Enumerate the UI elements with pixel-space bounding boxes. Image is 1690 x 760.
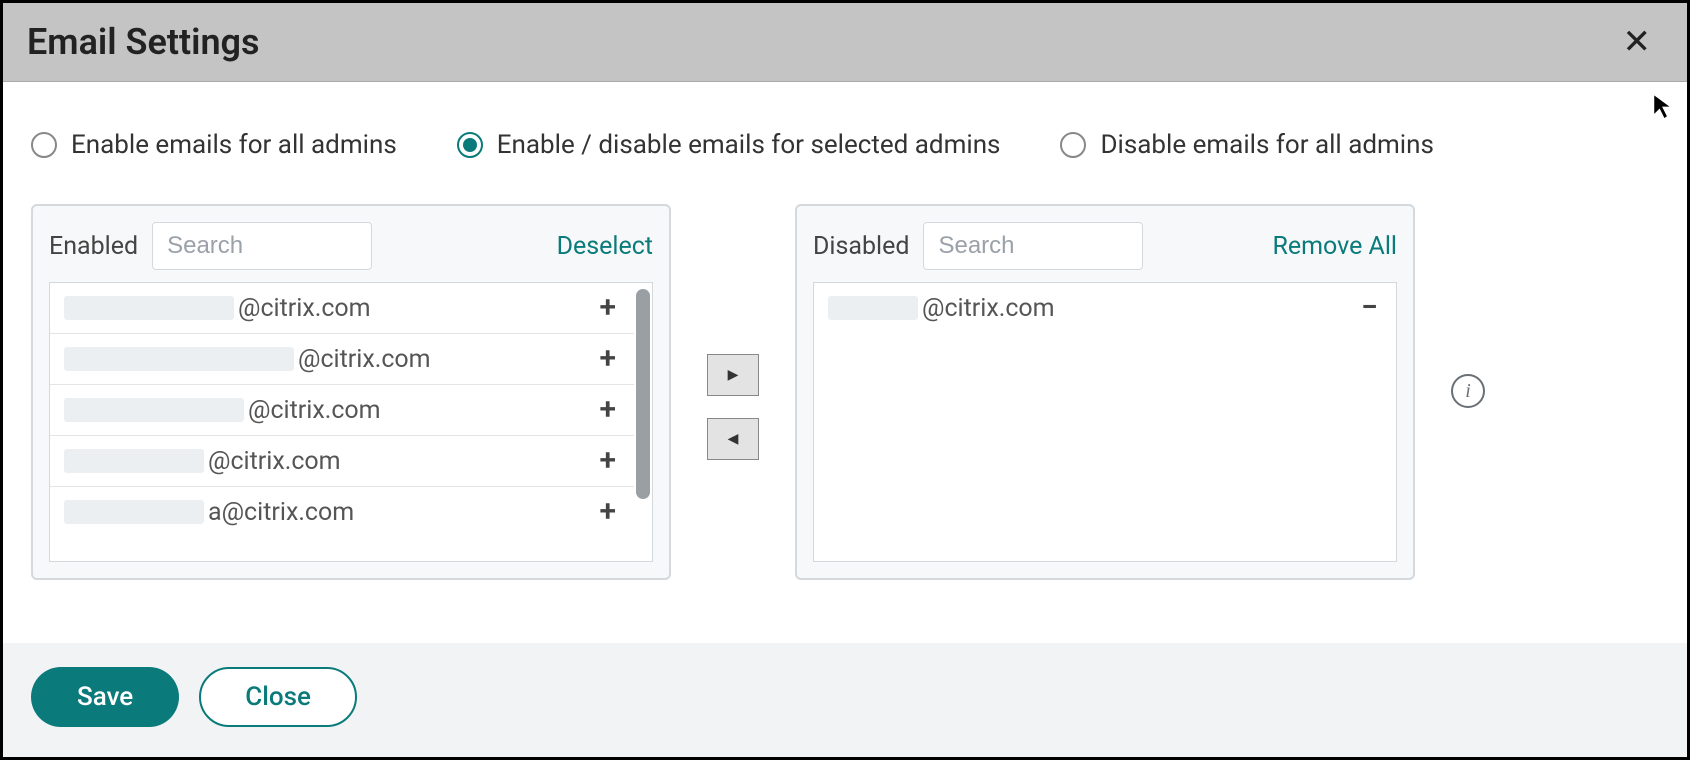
redacted-text (64, 296, 234, 320)
remove-icon[interactable]: − (1357, 293, 1382, 323)
cursor-icon (1649, 92, 1677, 120)
dialog-footer: Save Close (3, 643, 1687, 757)
list-item[interactable]: a@citrix.com + (50, 487, 634, 537)
list-item[interactable]: @citrix.com − (814, 283, 1396, 333)
radio-label: Enable emails for all admins (71, 130, 397, 160)
radio-dot-icon (463, 138, 477, 152)
enabled-list-wrap: @citrix.com + @citrix.com + @cit (49, 282, 653, 562)
move-right-button[interactable]: ▶ (707, 354, 759, 396)
info-icon[interactable]: i (1451, 374, 1485, 408)
radio-enable-selected[interactable]: Enable / disable emails for selected adm… (457, 130, 1001, 160)
email-suffix: a@citrix.com (208, 498, 354, 527)
list-item[interactable]: @citrix.com + (50, 334, 634, 385)
radio-disable-all[interactable]: Disable emails for all admins (1060, 130, 1433, 160)
add-icon[interactable]: + (596, 344, 621, 374)
arrow-left-icon: ◀ (728, 431, 739, 447)
panel-title: Enabled (49, 232, 138, 261)
deselect-link[interactable]: Deselect (557, 232, 653, 261)
panel-head: Disabled Remove All (813, 222, 1397, 282)
radio-circle-icon (1060, 132, 1086, 158)
enabled-panel: Enabled Deselect @citrix.com + (31, 204, 671, 580)
dialog-title: Email Settings (27, 21, 260, 63)
save-button[interactable]: Save (31, 667, 179, 727)
redacted-text (64, 398, 244, 422)
radio-circle-icon (457, 132, 483, 158)
email-suffix: @citrix.com (238, 294, 371, 323)
redacted-text (64, 347, 294, 371)
disabled-panel: Disabled Remove All @citrix.com − (795, 204, 1415, 580)
titlebar: Email Settings ✕ (3, 3, 1687, 82)
enabled-search-input[interactable] (152, 222, 372, 270)
add-icon[interactable]: + (596, 395, 621, 425)
add-icon[interactable]: + (596, 293, 621, 323)
panel-title: Disabled (813, 232, 909, 261)
list-item[interactable]: @citrix.com + (50, 385, 634, 436)
info-column: i (1451, 374, 1485, 408)
disabled-search-input[interactable] (923, 222, 1143, 270)
radio-label: Disable emails for all admins (1100, 130, 1433, 160)
close-icon[interactable]: ✕ (1615, 21, 1660, 63)
radio-label: Enable / disable emails for selected adm… (497, 130, 1001, 160)
transfer-arrows: ▶ ◀ (707, 354, 759, 460)
list-item[interactable]: @citrix.com + (50, 283, 634, 334)
email-settings-dialog: Email Settings ✕ Enable emails for all a… (0, 0, 1690, 760)
close-button[interactable]: Close (199, 667, 357, 727)
disabled-list-wrap: @citrix.com − (813, 282, 1397, 562)
arrow-right-icon: ▶ (728, 367, 739, 383)
email-suffix: @citrix.com (208, 447, 341, 476)
radio-enable-all[interactable]: Enable emails for all admins (31, 130, 397, 160)
email-suffix: @citrix.com (248, 396, 381, 425)
add-icon[interactable]: + (596, 446, 621, 476)
scrollbar[interactable] (636, 289, 650, 499)
redacted-text (64, 500, 204, 524)
email-suffix: @citrix.com (298, 345, 431, 374)
radio-circle-icon (31, 132, 57, 158)
add-icon[interactable]: + (596, 497, 621, 527)
move-left-button[interactable]: ◀ (707, 418, 759, 460)
enabled-list: @citrix.com + @citrix.com + @cit (50, 283, 634, 561)
transfer-row: Enabled Deselect @citrix.com + (31, 204, 1659, 580)
radio-group: Enable emails for all admins Enable / di… (31, 130, 1659, 160)
list-item[interactable]: @citrix.com + (50, 436, 634, 487)
email-suffix: @citrix.com (922, 294, 1055, 323)
dialog-body: Enable emails for all admins Enable / di… (3, 82, 1687, 643)
redacted-text (828, 296, 918, 320)
remove-all-link[interactable]: Remove All (1272, 232, 1397, 261)
disabled-list: @citrix.com − (814, 283, 1396, 561)
panel-head: Enabled Deselect (49, 222, 653, 282)
redacted-text (64, 449, 204, 473)
